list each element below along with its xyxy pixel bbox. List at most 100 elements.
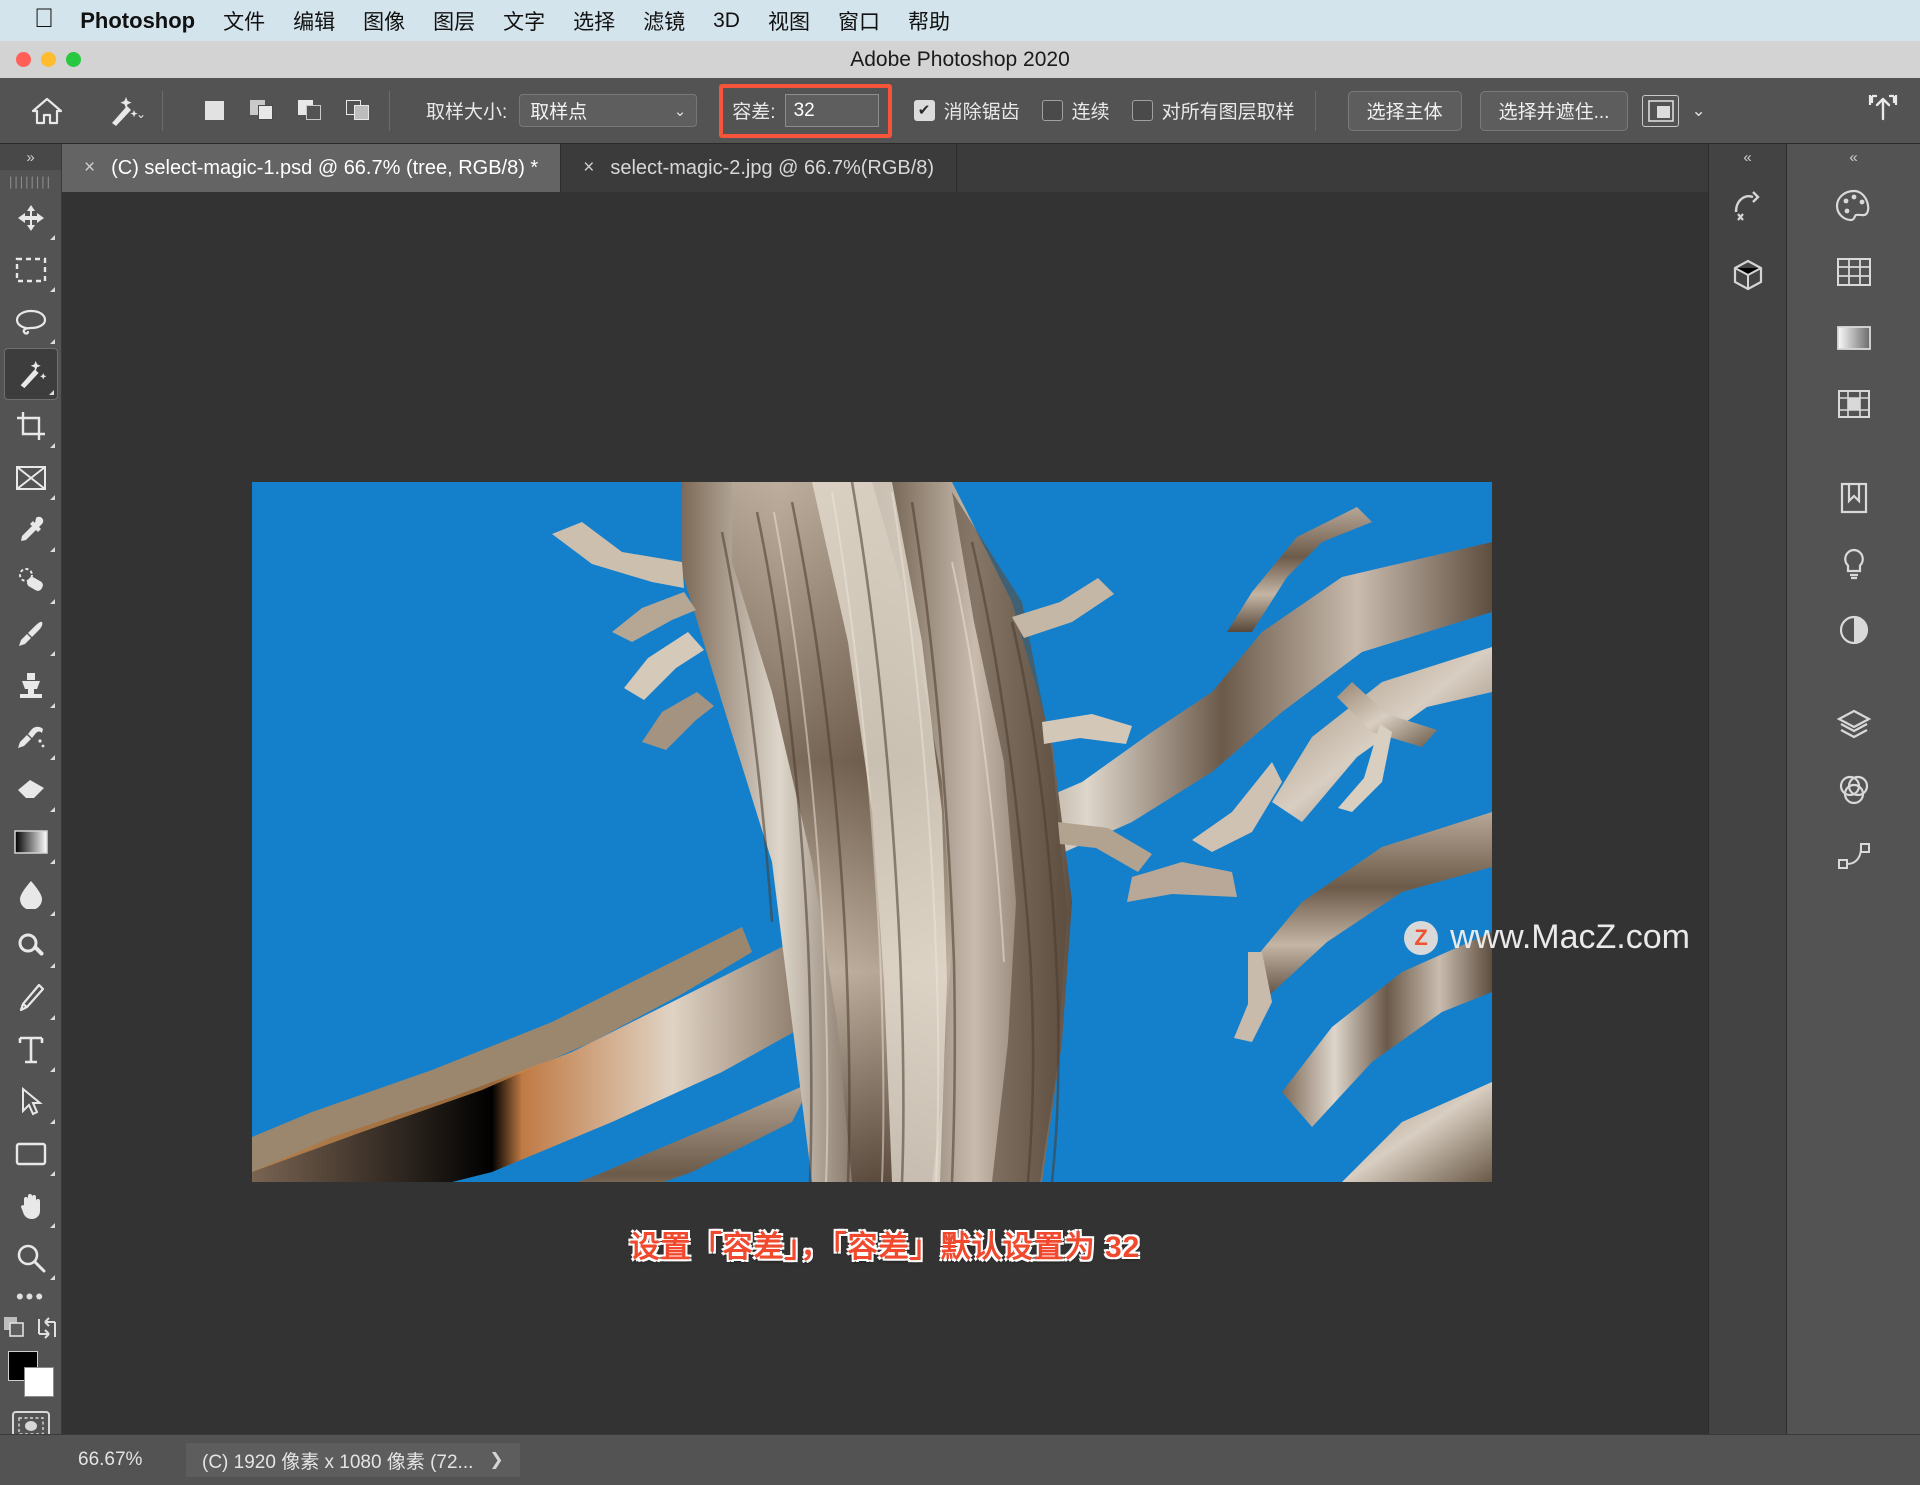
menu-item-type[interactable]: 文字 (503, 6, 545, 36)
blur-tool[interactable] (4, 868, 58, 920)
edit-toolbar-icon[interactable] (3, 1316, 27, 1345)
tolerance-highlight-box: 容差: (719, 83, 892, 138)
menu-item-window[interactable]: 窗口 (838, 6, 880, 36)
foreground-background-color[interactable] (7, 1351, 54, 1397)
spot-healing-brush-tool[interactable] (4, 556, 58, 608)
sample-size-select[interactable]: 取样点 ⌄ (519, 94, 698, 127)
color-panel-icon[interactable] (1819, 176, 1889, 236)
document-info[interactable]: (C) 1920 像素 x 1080 像素 (72... ❯ (186, 1443, 520, 1477)
menu-item-filter[interactable]: 滤镜 (643, 6, 685, 36)
tolerance-input[interactable] (784, 94, 879, 127)
clone-stamp-tool[interactable] (4, 660, 58, 712)
3d-panel-icon[interactable] (1718, 244, 1778, 306)
channels-panel-icon[interactable] (1819, 760, 1889, 820)
watermark-text: www.MacZ.com (1450, 918, 1690, 956)
chevron-down-icon[interactable]: ⌄ (1691, 101, 1705, 121)
menu-item-file[interactable]: 文件 (223, 6, 265, 36)
intersect-selection-icon[interactable] (341, 94, 375, 128)
contiguous-checkbox-group[interactable]: 连续 (1041, 97, 1110, 124)
tools-drag-handle[interactable]: |||||||| (0, 170, 61, 192)
tolerance-label: 容差: (732, 102, 776, 123)
path-selection-tool[interactable] (4, 1076, 58, 1128)
close-icon[interactable]: × (84, 157, 95, 179)
menu-item-select[interactable]: 选择 (573, 6, 615, 36)
menu-item-help[interactable]: 帮助 (908, 6, 950, 36)
crop-tool[interactable] (4, 400, 58, 452)
sample-size-value: 取样点 (530, 102, 588, 123)
zoom-level[interactable]: 66.67% (78, 1449, 186, 1471)
add-to-selection-icon[interactable] (245, 94, 279, 128)
collapse-panels-button[interactable]: « (1709, 144, 1786, 170)
brush-tool[interactable] (4, 608, 58, 660)
chevron-down-icon[interactable]: ⌄ (136, 107, 146, 121)
magic-wand-tool[interactable] (3, 348, 58, 400)
menu-item-edit[interactable]: 编辑 (293, 6, 335, 36)
sample-all-layers-checkbox[interactable] (1131, 100, 1153, 121)
type-tool[interactable] (4, 1024, 58, 1076)
gradients-panel-icon[interactable] (1819, 308, 1889, 368)
swatches-panel-icon[interactable] (1819, 242, 1889, 302)
home-icon[interactable] (26, 90, 68, 132)
document-image[interactable] (252, 482, 1492, 1182)
eraser-tool[interactable] (4, 764, 58, 816)
paths-panel-icon[interactable] (1819, 826, 1889, 886)
eyedropper-tool[interactable] (4, 504, 58, 556)
antialias-checkbox[interactable] (913, 100, 935, 121)
menu-item-3d[interactable]: 3D (713, 9, 740, 33)
status-bar: 66.67% (C) 1920 像素 x 1080 像素 (72... ❯ (0, 1434, 1920, 1485)
collapse-right-panels-button[interactable]: « (1787, 144, 1920, 170)
rectangle-shape-tool[interactable] (4, 1128, 58, 1180)
menu-item-view[interactable]: 视图 (768, 6, 810, 36)
styles-panel-icon[interactable] (1819, 534, 1889, 594)
rectangular-marquee-tool[interactable] (4, 244, 58, 296)
document-tab-1[interactable]: × (C) select-magic-1.psd @ 66.7% (tree, … (62, 144, 562, 192)
gradient-tool[interactable] (4, 816, 58, 868)
sample-all-layers-checkbox-group[interactable]: 对所有图层取样 (1131, 97, 1295, 124)
apple-icon[interactable]:  (34, 5, 54, 32)
background-color-swatch[interactable] (23, 1367, 54, 1397)
patterns-panel-icon[interactable] (1819, 374, 1889, 434)
lasso-tool[interactable] (4, 296, 58, 348)
hand-tool[interactable] (4, 1180, 58, 1232)
share-icon[interactable] (1866, 91, 1900, 131)
maximize-window-button[interactable] (66, 52, 81, 67)
toolbar-extras (0, 1316, 61, 1345)
maczcom-logo-icon: Z (1404, 920, 1439, 955)
menu-item-layer[interactable]: 图层 (433, 6, 475, 36)
secondary-panel-column: « (1708, 144, 1786, 1434)
menu-app-name[interactable]: Photoshop (80, 8, 195, 34)
subtract-from-selection-icon[interactable] (293, 94, 327, 128)
frame-tool[interactable] (4, 452, 58, 504)
select-subject-button[interactable]: 选择主体 (1347, 90, 1462, 131)
canvas-area[interactable]: 设置「容差」，「容差」默认设置为 32 Z www.MacZ.com (62, 192, 1708, 1434)
menu-item-image[interactable]: 图像 (363, 6, 405, 36)
select-and-mask-button[interactable]: 选择并遮住... (1479, 90, 1629, 131)
more-tools-button[interactable]: ••• (0, 1284, 61, 1310)
current-tool-magic-wand[interactable]: ⌄ (94, 89, 148, 133)
antialias-checkbox-group[interactable]: 消除锯齿 (913, 97, 1020, 124)
document-tabs: × (C) select-magic-1.psd @ 66.7% (tree, … (62, 144, 1708, 192)
move-tool[interactable] (4, 192, 58, 244)
adjustments-panel-icon[interactable] (1819, 468, 1889, 528)
annotation-text: 设置「容差」，「容差」默认设置为 32 (629, 1231, 1141, 1264)
minimize-window-button[interactable] (41, 52, 56, 67)
history-brush-tool[interactable] (4, 712, 58, 764)
contiguous-checkbox[interactable] (1041, 100, 1063, 121)
close-icon[interactable]: × (583, 157, 594, 179)
history-panel-icon[interactable] (1718, 176, 1778, 238)
chevron-right-icon[interactable]: ❯ (489, 1450, 503, 1470)
dodge-tool[interactable] (4, 920, 58, 972)
zoom-tool[interactable] (4, 1232, 58, 1284)
document-tab-2[interactable]: × select-magic-2.jpg @ 66.7%(RGB/8) (561, 144, 958, 192)
close-window-button[interactable] (16, 52, 31, 67)
collapse-tools-button[interactable]: » (0, 144, 61, 170)
layers-panel-icon[interactable] (1819, 694, 1889, 754)
pen-tool[interactable] (4, 972, 58, 1024)
divider (1787, 440, 1920, 462)
chevron-down-icon: ⌄ (673, 102, 687, 120)
selection-mode-group (197, 94, 375, 128)
workspace-icon[interactable] (1642, 94, 1680, 127)
screen-mode-icon[interactable] (35, 1316, 59, 1345)
new-selection-icon[interactable] (197, 94, 231, 128)
properties-panel-icon[interactable] (1819, 600, 1889, 660)
